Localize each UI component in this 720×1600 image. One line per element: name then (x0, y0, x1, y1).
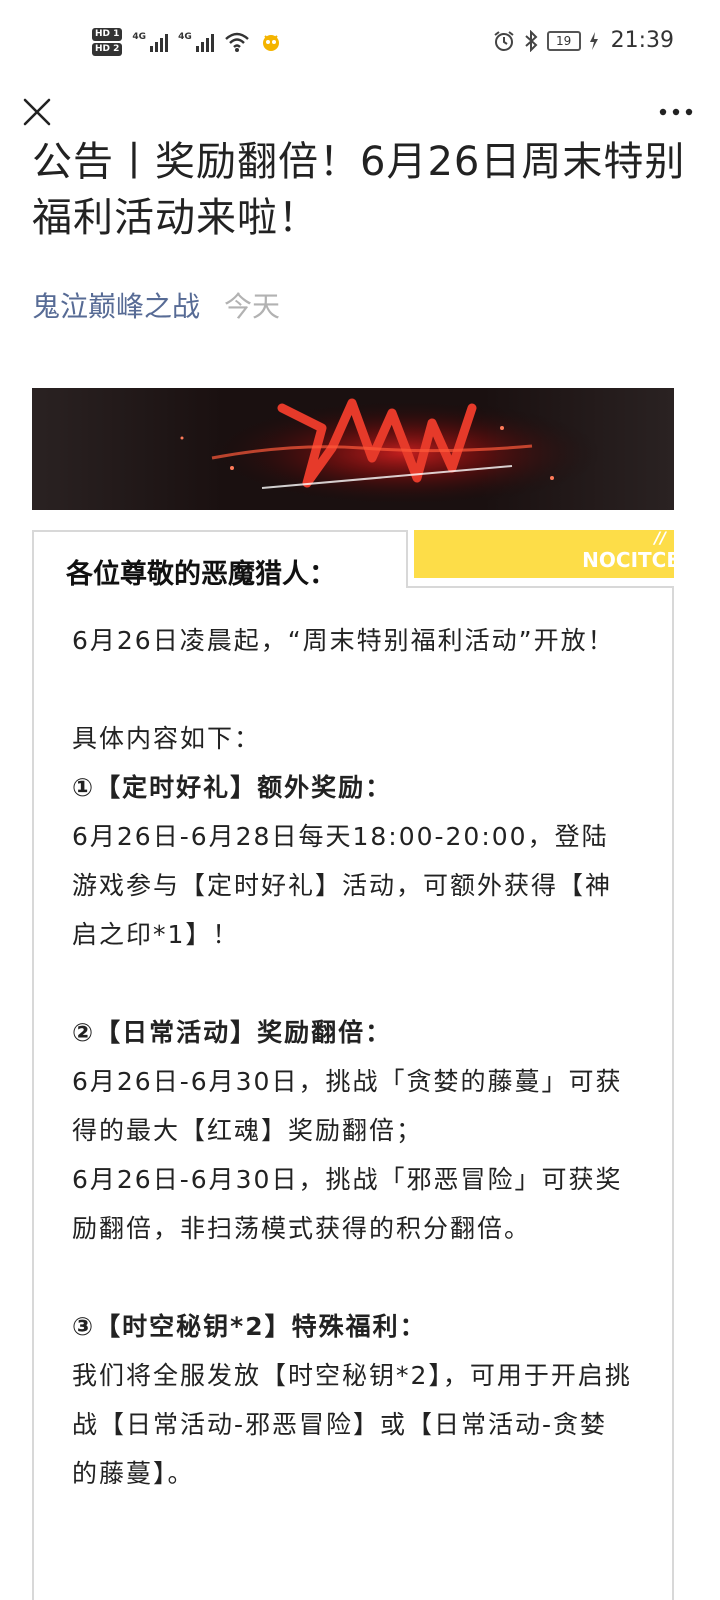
hd2-badge: HD 2 (92, 43, 123, 56)
signal-2-icon: 4G (178, 32, 214, 52)
article-title-text: 公告丨奖励翻倍！6月26日周末特别福利活动来啦！ (32, 139, 686, 241)
alarm-icon (493, 30, 514, 51)
charging-icon (589, 31, 598, 50)
close-icon[interactable] (18, 93, 56, 131)
notice-tag: // NOCITCE (414, 530, 674, 578)
greeting-title: 各位尊敬的恶魔猎人： (66, 559, 336, 590)
article-meta: 鬼泣巅峰之战 今天 (32, 285, 280, 325)
status-left-group: HD 1 HD 2 4G 4G (92, 22, 282, 62)
banner-image (32, 388, 674, 510)
section2-heading: ②【日常活动】奖励翻倍： (72, 1018, 393, 1047)
section2-body-2: 6月26日-6月30日，挑战「邪恶冒险」可获奖励翻倍，非扫荡模式获得的积分翻倍。 (72, 1165, 623, 1243)
section3-heading: ③【时空秘钥*2】特殊福利： (72, 1312, 427, 1341)
wifi-icon (224, 32, 249, 52)
announcement-body: 6月26日凌晨起，“周末特别福利活动”开放！ 具体内容如下： ①【定时好礼】额外… (72, 616, 634, 1498)
hd1-badge: HD 1 (92, 28, 123, 41)
battery-icon: 19 (546, 30, 581, 51)
bluetooth-icon (524, 29, 538, 52)
signal-1-icon: 4G (132, 32, 169, 52)
status-bar: HD 1 HD 2 4G 4G 19 21:39 (0, 0, 720, 86)
app-notification-icon (262, 35, 279, 51)
account-name-link[interactable]: 鬼泣巅峰之战 (32, 285, 200, 325)
hd-indicators: HD 1 HD 2 (92, 28, 123, 56)
clock: 21:39 (610, 28, 674, 53)
section3-body: 我们将全服发放【时空秘钥*2】，可用于开启挑战【日常活动-邪恶冒险】或【日常活动… (72, 1361, 632, 1488)
greeting-tab: 各位尊敬的恶魔猎人： (32, 530, 408, 590)
announcement-box: 各位尊敬的恶魔猎人： // NOCITCE 6月26日凌晨起，“周末特别福利活动… (32, 530, 674, 1600)
intro-paragraph: 6月26日凌晨起，“周末特别福利活动”开放！ (72, 626, 615, 655)
section1-heading: ①【定时好礼】额外奖励： (72, 773, 393, 802)
section1-body: 6月26日-6月28日每天18:00-20:00，登陆游戏参与【定时好礼】活动，… (72, 822, 613, 949)
network-2-label: 4G (178, 32, 192, 42)
publish-date: 今天 (224, 290, 281, 323)
more-dots-icon[interactable] (656, 96, 696, 128)
slash-decoration-icon: // (654, 530, 666, 547)
network-1-label: 4G (132, 32, 147, 42)
section2-body-1: 6月26日-6月30日，挑战「贪婪的藤蔓」可获得的最大【红魂】奖励翻倍； (72, 1067, 623, 1145)
lead-paragraph: 具体内容如下： (72, 724, 262, 753)
notice-tag-text: NOCITCE (582, 548, 674, 572)
status-right-group: 19 21:39 (493, 28, 674, 53)
banner-logo-art (32, 388, 674, 510)
article-title: 公告丨奖励翻倍！6月26日周末特别福利活动来啦！ (32, 138, 688, 256)
